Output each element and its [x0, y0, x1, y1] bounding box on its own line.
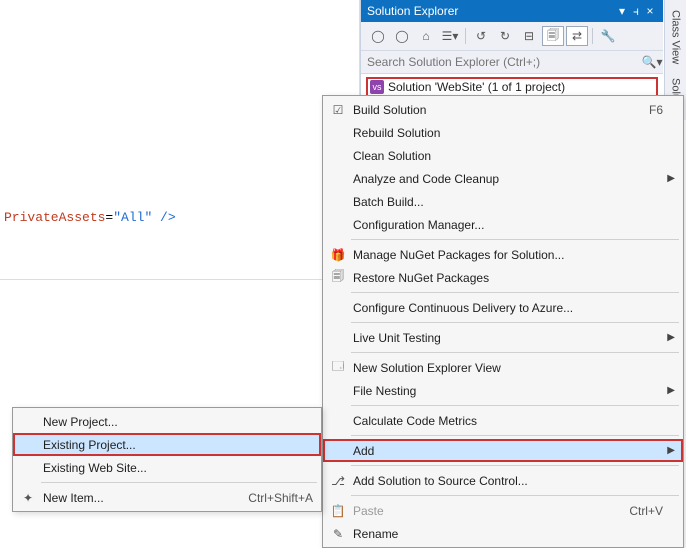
forward-icon[interactable]: ◯ [391, 26, 413, 46]
menu-build-solution[interactable]: ☑ Build Solution F6 [323, 98, 683, 121]
menu-azure-cd[interactable]: Configure Continuous Delivery to Azure..… [323, 296, 683, 319]
source-control-icon: ⎇ [327, 474, 349, 488]
restore-icon: 🗐 [327, 267, 349, 288]
search-input[interactable] [361, 51, 641, 73]
solution-context-menu: ☑ Build Solution F6 Rebuild Solution Cle… [322, 95, 684, 548]
menu-clean-solution[interactable]: Clean Solution [323, 144, 683, 167]
menu-manage-nuget[interactable]: 🎁 Manage NuGet Packages for Solution... [323, 243, 683, 266]
code-line: PrivateAssets="All" /> [0, 210, 359, 225]
menu-analyze-cleanup[interactable]: Analyze and Code Cleanup ▶ [323, 167, 683, 190]
solution-icon: vs [370, 80, 384, 94]
solution-explorer-titlebar[interactable]: Solution Explorer ▾ ⫞ × [361, 0, 663, 22]
menu-rebuild-solution[interactable]: Rebuild Solution [323, 121, 683, 144]
dropdown-icon[interactable]: ▾ [615, 4, 629, 18]
menu-add[interactable]: Add ▶ [323, 439, 683, 462]
collapse-icon[interactable]: ⊟ [518, 26, 540, 46]
paste-icon: 📋 [327, 504, 349, 518]
solution-explorer-search[interactable]: 🔍▾ [361, 51, 663, 74]
connected-icon[interactable]: ⇄ [566, 26, 588, 46]
code-close: /> [152, 210, 175, 225]
submenu-arrow-icon: ▶ [663, 445, 675, 456]
menu-rename[interactable]: ✎ Rename [323, 522, 683, 545]
submenu-new-item[interactable]: ✦ New Item... Ctrl+Shift+A [13, 486, 321, 509]
properties-icon[interactable]: 🔧 [597, 26, 619, 46]
menu-separator [351, 405, 679, 406]
home-icon[interactable]: ⌂ [415, 26, 437, 46]
menu-separator [351, 352, 679, 353]
menu-separator [351, 292, 679, 293]
solution-explorer-panel: Solution Explorer ▾ ⫞ × ◯ ◯ ⌂ ☰▾ ↺ ↻ ⊟ 🗐… [360, 0, 663, 103]
menu-paste: 📋 Paste Ctrl+V [323, 499, 683, 522]
menu-restore-nuget[interactable]: 🗐 Restore NuGet Packages [323, 266, 683, 289]
back-icon[interactable]: ◯ [367, 26, 389, 46]
solution-node-label: Solution 'WebSite' (1 of 1 project) [388, 80, 565, 94]
submenu-arrow-icon: ▶ [663, 385, 675, 396]
menu-separator [351, 239, 679, 240]
menu-code-metrics[interactable]: Calculate Code Metrics [323, 409, 683, 432]
nuget-icon: 🎁 [327, 248, 349, 262]
add-submenu: New Project... Existing Project... Exist… [12, 407, 322, 512]
code-editor[interactable]: PrivateAssets="All" /> [0, 0, 360, 280]
menu-add-source-control[interactable]: ⎇ Add Solution to Source Control... [323, 469, 683, 492]
show-all-icon[interactable]: 🗐 [542, 26, 564, 46]
menu-batch-build[interactable]: Batch Build... [323, 190, 683, 213]
menu-config-manager[interactable]: Configuration Manager... [323, 213, 683, 236]
code-attr-name: PrivateAssets [4, 210, 105, 225]
submenu-existing-web-site[interactable]: Existing Web Site... [13, 456, 321, 479]
menu-separator [351, 495, 679, 496]
solution-explorer-title: Solution Explorer [367, 4, 458, 18]
menu-separator [351, 322, 679, 323]
submenu-arrow-icon: ▶ [663, 332, 675, 343]
refresh-icon[interactable]: ↻ [494, 26, 516, 46]
menu-live-unit-testing[interactable]: Live Unit Testing ▶ [323, 326, 683, 349]
switch-view-icon[interactable]: ☰▾ [439, 26, 461, 46]
menu-file-nesting[interactable]: File Nesting ▶ [323, 379, 683, 402]
new-item-icon: ✦ [17, 491, 39, 505]
menu-new-explorer-view[interactable]: 🗔 New Solution Explorer View [323, 356, 683, 379]
build-icon: ☑ [327, 103, 349, 117]
pin-icon[interactable]: ⫞ [629, 4, 643, 19]
solution-node[interactable]: vs Solution 'WebSite' (1 of 1 project) [366, 77, 658, 97]
search-icon[interactable]: 🔍▾ [641, 55, 663, 69]
submenu-existing-project[interactable]: Existing Project... [13, 433, 321, 456]
submenu-new-project[interactable]: New Project... [13, 410, 321, 433]
solution-explorer-toolbar: ◯ ◯ ⌂ ☰▾ ↺ ↻ ⊟ 🗐 ⇄ 🔧 [361, 22, 663, 51]
sync-icon[interactable]: ↺ [470, 26, 492, 46]
menu-separator [351, 435, 679, 436]
rename-icon: ✎ [327, 527, 349, 541]
new-view-icon: 🗔 [327, 357, 349, 378]
menu-separator [41, 482, 317, 483]
submenu-arrow-icon: ▶ [663, 173, 675, 184]
close-icon[interactable]: × [643, 4, 657, 18]
menu-separator [351, 465, 679, 466]
code-attr-val: "All" [113, 210, 152, 225]
side-tab-class-view[interactable]: Class View [670, 10, 682, 64]
